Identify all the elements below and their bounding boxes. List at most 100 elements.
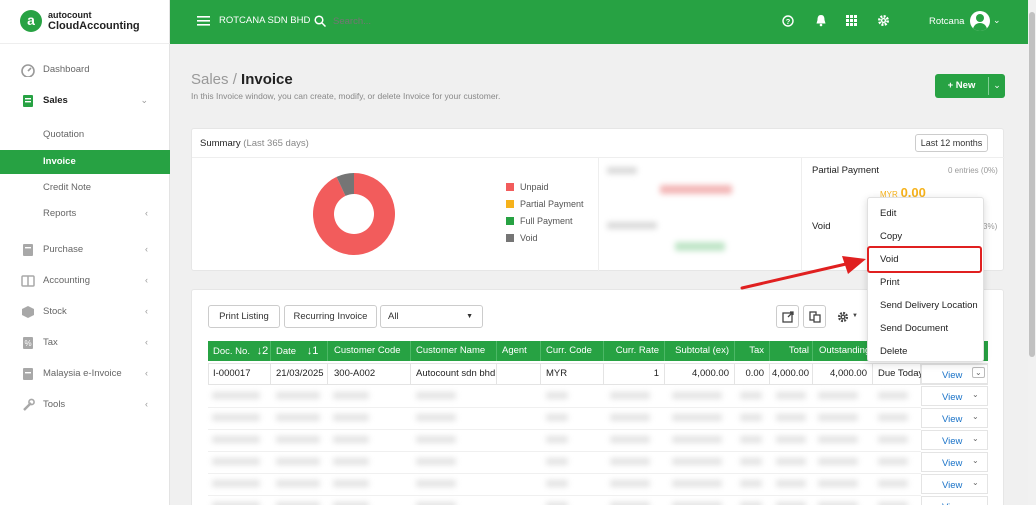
menu-item-delete[interactable]: Delete [880, 346, 907, 357]
sidebar-item-accounting[interactable]: Accounting ‹ [0, 270, 170, 292]
blurred-cell [878, 436, 908, 443]
row-action-chevron-icon[interactable]: ⌄ [972, 478, 979, 487]
page-scrollbar[interactable] [1028, 0, 1036, 505]
avatar[interactable] [970, 11, 990, 31]
sidebar-item-e-invoice[interactable]: Malaysia e-Invoice ‹ [0, 363, 170, 385]
logo-line2: CloudAccounting [48, 20, 140, 32]
blurred-cell [416, 436, 456, 443]
sidebar-item-purchase[interactable]: Purchase ‹ [0, 239, 170, 261]
column-header-doc-no[interactable]: Doc. No. ↓2 [208, 341, 271, 361]
status-filter-select[interactable]: All ▼ [380, 305, 483, 328]
row-view-button[interactable]: View ⌄ [921, 364, 988, 384]
row-action-chevron-icon[interactable]: ⌄ [972, 390, 979, 399]
row-action-chevron-icon[interactable]: ⌄ [972, 367, 985, 378]
gear-icon[interactable] [837, 311, 849, 323]
blurred-cell [672, 392, 722, 399]
sort-icon: ↓2 [256, 345, 269, 357]
bell-icon[interactable] [815, 14, 827, 27]
column-header-customer-name[interactable]: Customer Name [411, 341, 497, 361]
print-listing-button[interactable]: Print Listing [208, 305, 280, 328]
chevron-down-icon[interactable]: ⌄ [993, 15, 1001, 26]
row-action-chevron-icon[interactable]: ⌄ [972, 412, 979, 421]
help-icon[interactable]: ? [782, 15, 794, 27]
row-view-button[interactable]: View ⌄ [921, 452, 988, 472]
sidebar-item-stock[interactable]: Stock ‹ [0, 301, 170, 323]
new-invoice-button[interactable]: + New [935, 74, 988, 98]
new-button-group: + New ⌄ [935, 74, 1005, 98]
row-view-button[interactable]: View ⌄ [921, 408, 988, 428]
sidebar-item-label: Invoice [43, 156, 76, 167]
column-header-date[interactable]: Date ↓1 [271, 341, 328, 361]
void-highlight-box [867, 246, 982, 273]
menu-item-copy[interactable]: Copy [880, 231, 902, 242]
svg-text:%: % [24, 339, 31, 348]
blurred-cell [878, 392, 908, 399]
search-input[interactable] [333, 13, 453, 29]
sidebar-item-sales[interactable]: Sales ⌄ [0, 90, 170, 112]
chevron-left-icon: ‹ [145, 306, 148, 316]
hamburger-menu-icon[interactable] [197, 15, 210, 27]
legend-full-payment: Full Payment [506, 216, 573, 226]
recurring-invoice-button[interactable]: Recurring Invoice [284, 305, 377, 328]
sidebar-item-tax[interactable]: % Tax ‹ [0, 332, 170, 354]
column-header-outstanding[interactable]: Outstanding [813, 341, 873, 361]
sidebar-item-label: Sales [43, 95, 68, 106]
column-header-agent[interactable]: Agent [497, 341, 541, 361]
column-header-subtotal[interactable]: Subtotal (ex) [665, 341, 735, 361]
column-header-curr-rate[interactable]: Curr. Rate [604, 341, 665, 361]
row-view-button[interactable]: View ⌄ [921, 474, 988, 494]
cell-doc-no: I-000017 [208, 364, 271, 384]
sidebar-item-quotation[interactable]: Quotation [0, 124, 170, 146]
search-icon[interactable] [314, 15, 326, 27]
menu-item-print[interactable]: Print [880, 277, 900, 288]
export-button[interactable] [776, 305, 799, 328]
sidebar-item-invoice[interactable]: Invoice [0, 150, 170, 174]
row-action-chevron-icon[interactable]: ⌄ [972, 456, 979, 465]
new-dropdown-chevron-icon[interactable]: ⌄ [989, 74, 1005, 98]
column-header-curr-code[interactable]: Curr. Code [541, 341, 604, 361]
blurred-cell [776, 480, 806, 487]
menu-item-send-document[interactable]: Send Document [880, 323, 948, 334]
sidebar-item-dashboard[interactable]: Dashboard [0, 59, 170, 81]
sidebar-item-reports[interactable]: Reports ‹ [0, 203, 170, 225]
blurred-cell [740, 414, 762, 421]
scrollbar-thumb[interactable] [1029, 12, 1035, 357]
sidebar-item-label: Credit Note [43, 182, 92, 193]
sidebar-item-tools[interactable]: Tools ‹ [0, 394, 170, 416]
blurred-cell [333, 414, 369, 421]
cell-total: 4,000.00 [770, 364, 813, 384]
settings-gear-icon[interactable] [877, 14, 890, 27]
menu-item-send-delivery-location[interactable]: Send Delivery Location [880, 300, 978, 311]
column-header-customer-code[interactable]: Customer Code [328, 341, 411, 361]
column-layout-icon [809, 311, 821, 323]
user-name[interactable]: Rotcana [929, 16, 964, 27]
blurred-cell [276, 392, 320, 399]
chevron-left-icon: ‹ [145, 275, 148, 285]
sidebar-item-credit-note[interactable]: Credit Note [0, 177, 170, 199]
blurred-cell [776, 392, 806, 399]
row-view-button[interactable]: View ⌄ [921, 430, 988, 450]
apps-grid-icon[interactable] [846, 15, 857, 26]
breadcrumb-parent[interactable]: Sales [191, 71, 229, 88]
row-view-button[interactable]: View [921, 496, 988, 505]
svg-text:?: ? [786, 17, 791, 26]
date-range-button[interactable]: Last 12 months [915, 134, 988, 152]
row-action-chevron-icon[interactable]: ⌄ [972, 434, 979, 443]
column-layout-button[interactable] [803, 305, 826, 328]
blurred-cell [672, 436, 722, 443]
row-view-button[interactable]: View ⌄ [921, 386, 988, 406]
page-title: Sales / Invoice [191, 71, 293, 88]
blurred-cell [276, 436, 320, 443]
blurred-cell [212, 480, 260, 487]
top-bar: ROTCANA SDN BHD ? Rotcana ⌄ [170, 0, 1028, 44]
company-name[interactable]: ROTCANA SDN BHD [219, 15, 310, 26]
blurred-cell [416, 458, 456, 465]
menu-item-edit[interactable]: Edit [880, 208, 896, 219]
blurred-cell [818, 458, 858, 465]
blurred-cell [818, 414, 858, 421]
breadcrumb-current: Invoice [241, 71, 293, 88]
caret-down-icon[interactable]: ▼ [852, 313, 858, 319]
blurred-cell [276, 458, 320, 465]
column-header-total[interactable]: Total [770, 341, 813, 361]
column-header-tax[interactable]: Tax [735, 341, 770, 361]
